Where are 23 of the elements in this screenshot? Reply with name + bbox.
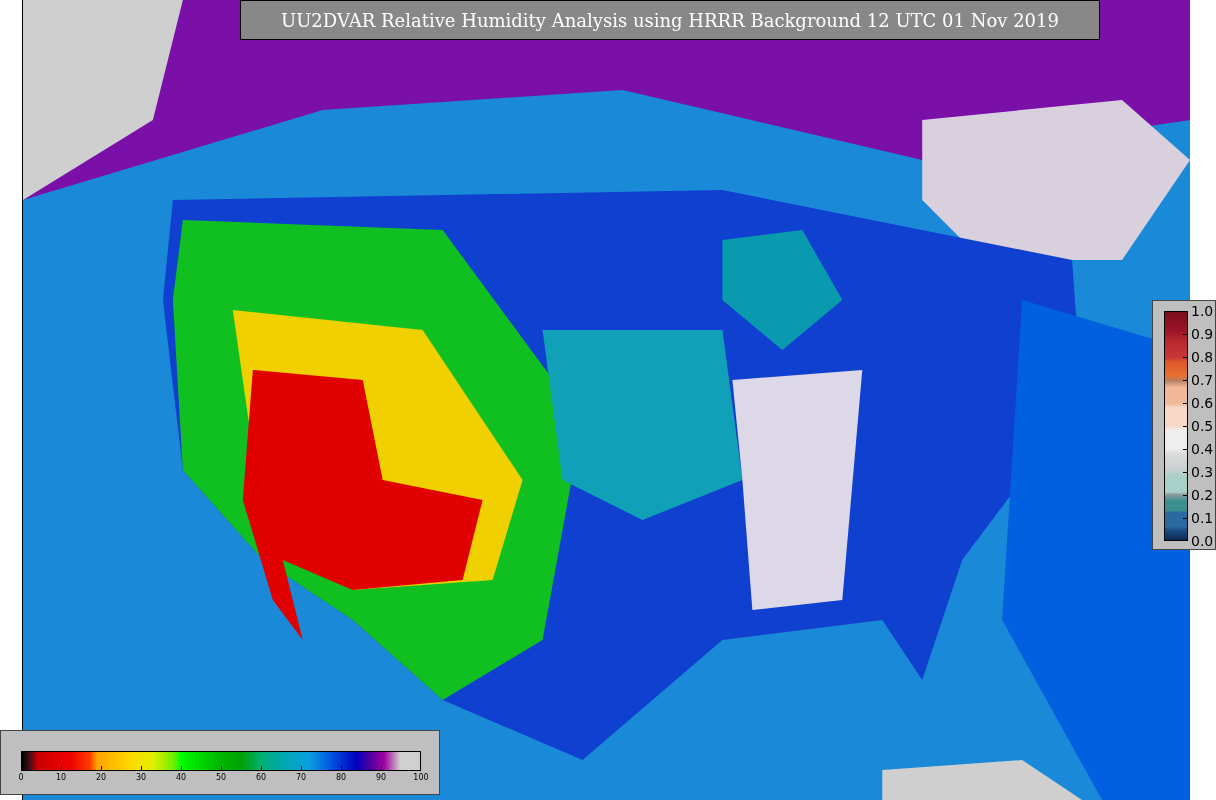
- map-title: UU2DVAR Relative Humidity Analysis using HRRR Background 12 UTC 01 Nov 2019: [240, 0, 1100, 40]
- tick-label: 80: [335, 774, 347, 782]
- tick-label: 10: [55, 774, 67, 782]
- tick-label: 30: [135, 774, 147, 782]
- tick-label: 0.3: [1191, 465, 1214, 479]
- tick-label: 0.7: [1191, 373, 1214, 387]
- tick-label: 0: [18, 774, 24, 782]
- tick-label: 1.0: [1191, 304, 1214, 318]
- tick-label: 20: [95, 774, 107, 782]
- tick-label: 0.8: [1191, 350, 1214, 364]
- tick-label: 90: [375, 774, 387, 782]
- tick-label: 60: [255, 774, 267, 782]
- tick-label: 0.2: [1191, 488, 1214, 502]
- tick-label: 0.6: [1191, 396, 1214, 410]
- tick-label: 0.9: [1191, 327, 1214, 341]
- tick-label: 0.1: [1191, 511, 1214, 525]
- tick-label: 70: [295, 774, 307, 782]
- tick-label: 100: [413, 774, 429, 782]
- tick-label: 0.0: [1191, 534, 1214, 548]
- tick-label: 50: [215, 774, 227, 782]
- tick-label: 0.5: [1191, 419, 1214, 433]
- tick-label: 40: [175, 774, 187, 782]
- tick-label: 0.4: [1191, 442, 1214, 456]
